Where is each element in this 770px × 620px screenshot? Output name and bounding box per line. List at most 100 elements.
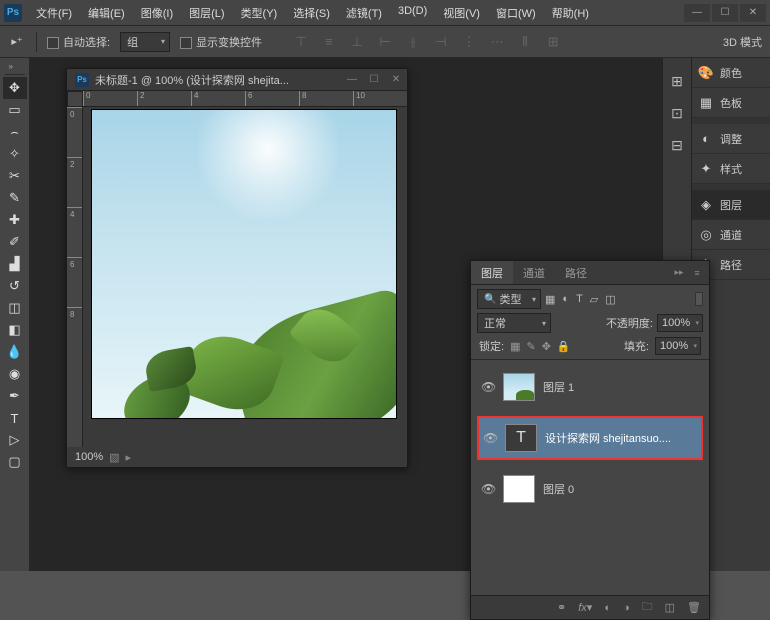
auto-select-group-dropdown[interactable]: 组	[120, 32, 170, 52]
doc-maximize-button[interactable]: ☐	[363, 70, 385, 90]
menu-help[interactable]: 帮助(H)	[546, 2, 595, 24]
adjustment-layer-icon[interactable]: ◑	[623, 602, 630, 614]
doc-close-button[interactable]: ✕	[385, 70, 407, 90]
path-select-tool[interactable]: ▷	[3, 429, 27, 451]
menu-view[interactable]: 视图(V)	[437, 2, 486, 24]
layer-row[interactable]: 👁 图层 0	[477, 472, 703, 506]
tab-channels[interactable]: 通道	[513, 261, 555, 284]
delete-layer-icon[interactable]: 🗑	[687, 601, 701, 614]
panel-swatches[interactable]: ▦色板	[692, 88, 770, 118]
filter-adjust-icon[interactable]: ◐	[562, 293, 569, 306]
brush-tool[interactable]: ✐	[3, 231, 27, 253]
blend-mode-dropdown[interactable]: 正常	[477, 313, 551, 333]
visibility-icon[interactable]: 👁	[481, 380, 495, 394]
visibility-icon[interactable]: 👁	[481, 482, 495, 496]
align-bottom-icon[interactable]: ⊥	[348, 35, 366, 49]
filter-text-icon[interactable]: T	[576, 293, 583, 306]
layer-row[interactable]: 👁 图层 1	[477, 370, 703, 404]
zoom-level[interactable]: 100%	[75, 451, 103, 463]
show-transform-toggle[interactable]: 显示变换控件	[180, 34, 262, 50]
pen-tool[interactable]: ✒	[3, 385, 27, 407]
properties-panel-icon[interactable]: ⊡	[666, 102, 688, 124]
gradient-tool[interactable]: ◧	[3, 319, 27, 341]
lock-transparency-icon[interactable]: ▦	[510, 340, 520, 353]
filter-smart-icon[interactable]: ◫	[605, 293, 615, 306]
move-tool[interactable]: ✥	[3, 77, 27, 99]
maximize-button[interactable]: ☐	[712, 4, 738, 22]
layer-fx-icon[interactable]: fx▾	[578, 601, 592, 614]
align-top-icon[interactable]: ⊤	[292, 35, 310, 49]
panel-adjustments[interactable]: ◐调整	[692, 124, 770, 154]
align-vcenter-icon[interactable]: ≡	[320, 35, 338, 49]
crop-tool[interactable]: ✂	[3, 165, 27, 187]
layer-name[interactable]: 图层 0	[543, 481, 574, 497]
document-tab[interactable]: Ps 未标题-1 @ 100% (设计探索网 shejita...	[67, 72, 297, 88]
lasso-tool[interactable]: ⌢	[3, 121, 27, 143]
link-layers-icon[interactable]: ⚭	[557, 601, 566, 614]
lock-all-icon[interactable]: 🔒	[557, 340, 571, 353]
new-group-icon[interactable]: 🗀	[642, 598, 653, 617]
align-hcenter-icon[interactable]: ⫲	[404, 35, 422, 49]
panel-collapse-icon[interactable]: ▸▸	[671, 265, 687, 281]
magic-wand-tool[interactable]: ✧	[3, 143, 27, 165]
layer-mask-icon[interactable]: ◐	[604, 602, 611, 614]
toolbox-collapse-icon[interactable]: »	[9, 62, 21, 72]
history-brush-tool[interactable]: ↺	[3, 275, 27, 297]
tab-paths[interactable]: 路径	[555, 261, 597, 284]
lock-position-icon[interactable]: ✥	[542, 340, 551, 353]
menu-select[interactable]: 选择(S)	[287, 2, 336, 24]
panel-menu-icon[interactable]: ≡	[689, 265, 705, 281]
marquee-tool[interactable]: ▭	[3, 99, 27, 121]
menu-layer[interactable]: 图层(L)	[183, 2, 230, 24]
close-button[interactable]: ✕	[740, 4, 766, 22]
visibility-icon[interactable]: 👁	[483, 431, 497, 445]
doc-info-arrow-icon[interactable]: ▸	[126, 451, 132, 464]
new-layer-icon[interactable]: ◫	[665, 601, 675, 614]
layer-name[interactable]: 设计探索网 shejitansuo....	[545, 430, 671, 446]
layer-name[interactable]: 图层 1	[543, 379, 574, 395]
align-left-icon[interactable]: ⊢	[376, 35, 394, 49]
stamp-tool[interactable]: ▟	[3, 253, 27, 275]
panel-styles[interactable]: ✦样式	[692, 154, 770, 184]
doc-info-icon[interactable]: ▧	[109, 451, 119, 464]
filter-toggle-switch[interactable]	[695, 292, 703, 306]
distribute-icon[interactable]: ⫴	[516, 35, 534, 49]
opacity-input[interactable]: 100%	[657, 314, 703, 332]
filter-pixel-icon[interactable]: ▦	[545, 293, 555, 306]
eyedropper-tool[interactable]: ✎	[3, 187, 27, 209]
move-tool-icon[interactable]: ▸⁺	[8, 33, 26, 51]
panel-layers[interactable]: ◈图层	[692, 190, 770, 220]
align-right-icon[interactable]: ⊣	[432, 35, 450, 49]
blur-tool[interactable]: 💧	[3, 341, 27, 363]
filter-shape-icon[interactable]: ▱	[590, 293, 598, 306]
lock-pixels-icon[interactable]: ✎	[526, 340, 535, 353]
character-panel-icon[interactable]: ⊟	[666, 134, 688, 156]
panel-channels[interactable]: ◎通道	[692, 220, 770, 250]
fill-input[interactable]: 100%	[655, 337, 701, 355]
auto-align-icon[interactable]: ⊞	[544, 35, 562, 49]
layer-row-selected[interactable]: 👁 T 设计探索网 shejitansuo....	[477, 416, 703, 460]
doc-minimize-button[interactable]: —	[341, 70, 363, 90]
layer-thumbnail[interactable]	[503, 475, 535, 503]
shape-tool[interactable]: ▢	[3, 451, 27, 473]
eraser-tool[interactable]: ◫	[3, 297, 27, 319]
ruler-horizontal[interactable]: 0 2 4 6 8 10	[83, 91, 407, 107]
ruler-vertical[interactable]: 0 2 4 6 8	[67, 107, 83, 447]
menu-3d[interactable]: 3D(D)	[392, 2, 433, 24]
auto-select-toggle[interactable]: 自动选择:	[47, 34, 110, 50]
canvas-image[interactable]	[91, 109, 397, 419]
layer-thumbnail[interactable]	[503, 373, 535, 401]
dodge-tool[interactable]: ◉	[3, 363, 27, 385]
tab-layers[interactable]: 图层	[471, 261, 513, 284]
layer-filter-dropdown[interactable]: 🔍 类型	[477, 289, 541, 309]
menu-edit[interactable]: 编辑(E)	[82, 2, 131, 24]
text-tool[interactable]: T	[3, 407, 27, 429]
distribute-v-icon[interactable]: ⋯	[488, 35, 506, 49]
minimize-button[interactable]: —	[684, 4, 710, 22]
menu-window[interactable]: 窗口(W)	[490, 2, 542, 24]
distribute-h-icon[interactable]: ⋮	[460, 35, 478, 49]
panel-color[interactable]: 🎨颜色	[692, 58, 770, 88]
menu-image[interactable]: 图像(I)	[135, 2, 179, 24]
healing-tool[interactable]: ✚	[3, 209, 27, 231]
text-layer-thumbnail[interactable]: T	[505, 424, 537, 452]
